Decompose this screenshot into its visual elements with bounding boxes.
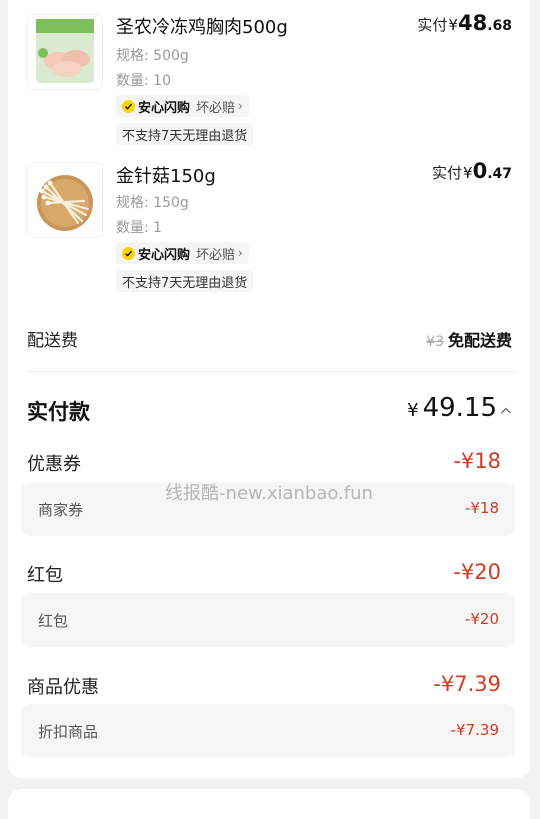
return-policy-note: 不支持7天无理由退货 bbox=[116, 270, 254, 292]
badge-main-text: 安心闪购 bbox=[138, 100, 191, 116]
product-spec: 规格: 500g bbox=[116, 48, 189, 64]
product-image-chicken[interactable] bbox=[27, 14, 103, 90]
total-paid-amount[interactable]: ¥ 49.15 bbox=[407, 393, 512, 423]
paid-integer: 0 bbox=[472, 159, 488, 183]
coupon-detail-box: 商家券 -¥18 bbox=[21, 482, 515, 536]
product-quantity: 数量: 1 bbox=[116, 220, 163, 236]
product-quantity: 数量: 10 bbox=[116, 73, 171, 89]
badge-sub-text: 坏必赔 bbox=[196, 247, 236, 263]
coupon-label: 优惠券 bbox=[27, 454, 81, 475]
merchant-coupon-amount: -¥18 bbox=[464, 499, 499, 517]
paid-integer: 48 bbox=[457, 11, 488, 35]
product-paid-price: 实付 ¥ 0 .47 bbox=[432, 159, 512, 183]
discounted-goods-label: 折扣商品 bbox=[38, 723, 99, 741]
shipping-fee-label: 配送费 bbox=[27, 331, 78, 351]
service-badge[interactable]: 安心闪购 坏必赔 › bbox=[116, 242, 249, 264]
paid-decimal: .68 bbox=[487, 18, 512, 34]
order-detail-card: 圣农冷冻鸡胸肉500g 规格: 500g 数量: 10 安心闪购 坏必赔 › 不… bbox=[8, 0, 530, 778]
shipping-fee-value: ¥3 免配送费 bbox=[426, 327, 512, 351]
product-discount-detail-box: 折扣商品 -¥7.39 bbox=[21, 704, 515, 758]
product-discount-amount: -¥7.39 bbox=[433, 672, 501, 696]
free-shipping-text: 免配送费 bbox=[447, 331, 512, 350]
red-packet-detail-box: 红包 -¥20 bbox=[21, 593, 515, 647]
product-spec: 规格: 150g bbox=[116, 195, 189, 211]
divider bbox=[27, 371, 515, 372]
next-card bbox=[8, 789, 530, 819]
red-packet-sub-amount: -¥20 bbox=[464, 610, 499, 628]
check-icon bbox=[122, 99, 135, 113]
product-discount-label: 商品优惠 bbox=[27, 677, 99, 698]
paid-label: 实付 bbox=[432, 164, 463, 182]
chevron-up-icon[interactable] bbox=[500, 404, 512, 420]
shipping-original-price: ¥3 bbox=[426, 334, 444, 350]
paid-label: 实付 bbox=[417, 16, 448, 34]
product-image-enoki[interactable] bbox=[27, 162, 103, 238]
product-title[interactable]: 圣农冷冻鸡胸肉500g bbox=[116, 13, 288, 39]
chevron-right-icon: › bbox=[238, 99, 243, 113]
red-packet-sub-label: 红包 bbox=[38, 612, 69, 630]
product-title[interactable]: 金针菇150g bbox=[116, 162, 216, 188]
badge-main-text: 安心闪购 bbox=[138, 247, 191, 263]
badge-sub-text: 坏必赔 bbox=[196, 100, 236, 116]
red-packet-label: 红包 bbox=[27, 565, 63, 586]
return-policy-note: 不支持7天无理由退货 bbox=[116, 123, 254, 145]
paid-decimal: .47 bbox=[487, 166, 512, 182]
discounted-goods-amount: -¥7.39 bbox=[450, 721, 499, 739]
total-currency: ¥ bbox=[407, 400, 419, 421]
paid-currency: ¥ bbox=[448, 16, 458, 34]
chevron-right-icon: › bbox=[238, 246, 243, 260]
merchant-coupon-label: 商家券 bbox=[38, 501, 84, 519]
total-amount: 49.15 bbox=[422, 393, 497, 423]
service-badge[interactable]: 安心闪购 坏必赔 › bbox=[116, 95, 249, 117]
coupon-amount: -¥18 bbox=[453, 449, 501, 473]
total-paid-label: 实付款 bbox=[27, 400, 90, 424]
check-icon bbox=[122, 246, 135, 260]
paid-currency: ¥ bbox=[463, 164, 473, 182]
red-packet-amount: -¥20 bbox=[453, 560, 501, 584]
product-paid-price: 实付 ¥ 48 .68 bbox=[417, 11, 512, 35]
